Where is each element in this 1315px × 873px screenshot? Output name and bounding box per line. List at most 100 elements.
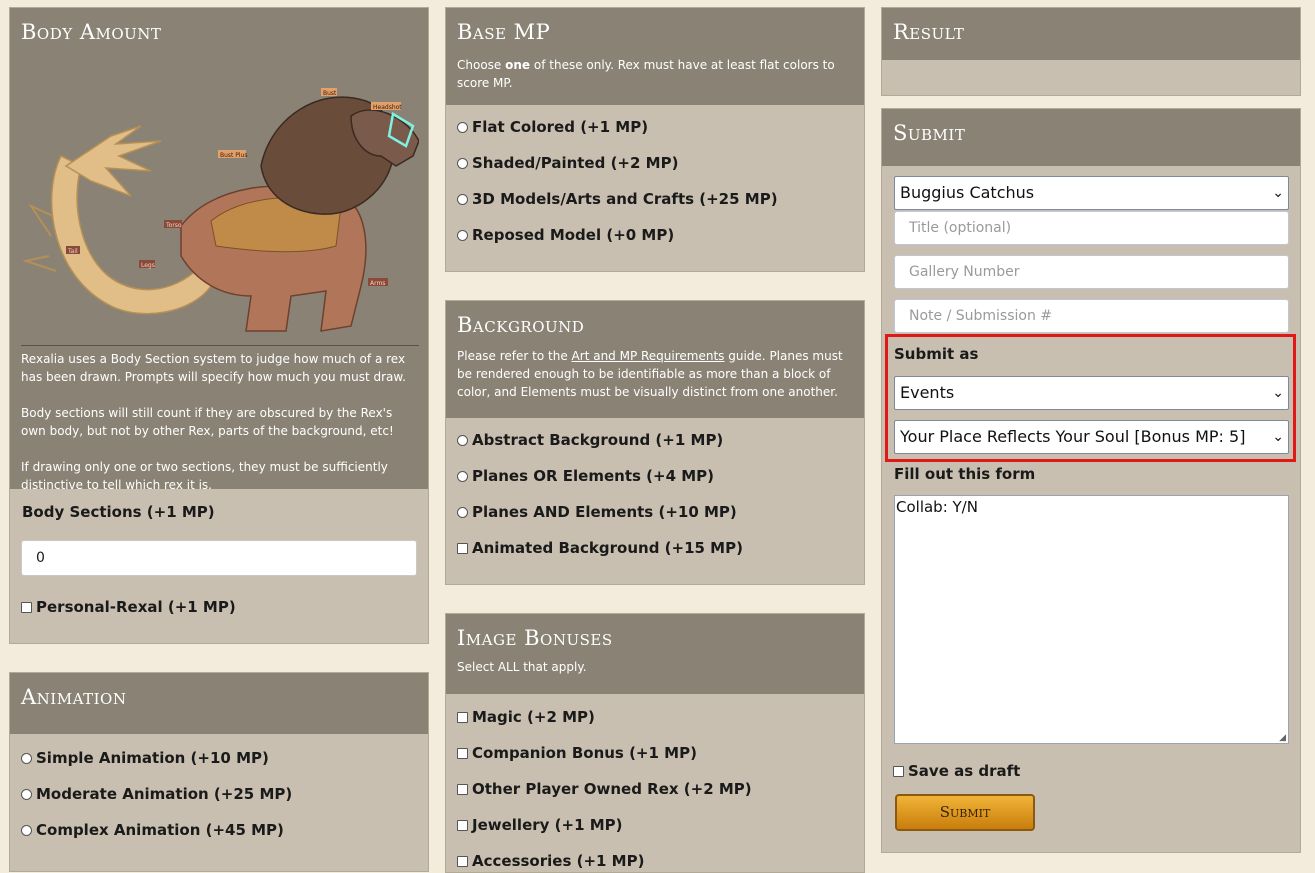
- radio-button[interactable]: [457, 229, 468, 241]
- base-mp-panel: Base MP Choose one of these only. Rex mu…: [445, 7, 865, 272]
- submit-title: Submit: [893, 121, 966, 145]
- art-requirements-link[interactable]: Art and MP Requirements: [572, 349, 725, 363]
- bonus-option-jewellery[interactable]: Jewellery (+1 MP): [457, 816, 623, 834]
- base-mp-option-label: Flat Colored (+1 MP): [472, 118, 649, 136]
- bonus-option-label: Other Player Owned Rex (+2 MP): [472, 780, 752, 798]
- personal-rexal-label: Personal-Rexal (+1 MP): [36, 598, 236, 616]
- radio-button[interactable]: [457, 506, 468, 518]
- animation-option-label: Simple Animation (+10 MP): [36, 749, 269, 767]
- fill-form-label: Fill out this form: [894, 465, 1036, 483]
- bonus-option-label: Accessories (+1 MP): [472, 852, 645, 870]
- base-mp-option-label: 3D Models/Arts and Crafts (+25 MP): [472, 190, 778, 208]
- label-arms: Arms: [370, 280, 385, 287]
- bonus-option-accessories[interactable]: Accessories (+1 MP): [457, 852, 644, 870]
- event-select[interactable]: Your Place Reflects Your Soul [Bonus MP:…: [894, 420, 1289, 454]
- background-option-label: Planes AND Elements (+10 MP): [472, 503, 737, 521]
- form-textarea-value: Collab: Y/N: [896, 498, 978, 516]
- body-amount-header: Body Amount Bust Headshot Bust Plus Tors…: [10, 8, 428, 492]
- base-mp-option-3d[interactable]: 3D Models/Arts and Crafts (+25 MP): [457, 190, 778, 208]
- note-input[interactable]: Note / Submission #: [894, 299, 1289, 333]
- label-tail: Tail: [67, 248, 78, 255]
- animation-option-complex[interactable]: Complex Animation (+45 MP): [21, 821, 284, 839]
- background-option-animated[interactable]: Animated Background (+15 MP): [457, 539, 743, 557]
- radio-button[interactable]: [457, 434, 468, 446]
- base-mp-option-label: Reposed Model (+0 MP): [472, 226, 675, 244]
- event-value: Your Place Reflects Your Soul [Bonus MP:…: [900, 427, 1246, 446]
- radio-button[interactable]: [457, 193, 468, 205]
- form-textarea[interactable]: Collab: Y/N ◢: [894, 495, 1289, 744]
- personal-rexal-option[interactable]: Personal-Rexal (+1 MP): [21, 598, 236, 616]
- body-amount-desc-2: Body sections will still count if they a…: [21, 406, 394, 438]
- animation-panel: Animation Simple Animation (+10 MP) Mode…: [9, 672, 429, 872]
- checkbox[interactable]: [457, 783, 468, 795]
- background-option-label: Abstract Background (+1 MP): [472, 431, 724, 449]
- image-bonuses-desc: Select ALL that apply.: [457, 660, 587, 674]
- checkbox[interactable]: [457, 711, 468, 723]
- label-legs: Legs: [141, 262, 155, 269]
- bonus-option-label: Jewellery (+1 MP): [472, 816, 623, 834]
- chevron-down-icon: ⌄: [1272, 185, 1284, 201]
- base-mp-option-shaded[interactable]: Shaded/Painted (+2 MP): [457, 154, 678, 172]
- base-mp-option-label: Shaded/Painted (+2 MP): [472, 154, 679, 172]
- character-select[interactable]: Buggius Catchus ⌄: [894, 176, 1289, 210]
- radio-button[interactable]: [457, 121, 468, 133]
- label-bust: Bust: [323, 90, 337, 97]
- submit-as-label: Submit as: [894, 345, 979, 363]
- title-placeholder: Title (optional): [909, 220, 1012, 236]
- animation-header: Animation: [10, 673, 428, 734]
- radio-button[interactable]: [457, 470, 468, 482]
- chevron-down-icon: ⌄: [1272, 429, 1284, 445]
- submit-button[interactable]: Submit: [895, 794, 1035, 831]
- background-panel: Background Please refer to the Art and M…: [445, 300, 865, 585]
- body-section-diagram: Bust Headshot Bust Plus Torso Tail Legs …: [21, 46, 419, 346]
- save-draft-option[interactable]: Save as draft: [893, 762, 1020, 780]
- background-option-planes-or[interactable]: Planes OR Elements (+4 MP): [457, 467, 714, 485]
- checkbox[interactable]: [457, 542, 468, 554]
- body-sections-label: Body Sections (+1 MP): [22, 503, 215, 521]
- body-amount-desc-1: Rexalia uses a Body Section system to ju…: [21, 352, 406, 384]
- save-draft-checkbox[interactable]: [893, 765, 904, 777]
- bonus-option-magic[interactable]: Magic (+2 MP): [457, 708, 595, 726]
- radio-button[interactable]: [21, 752, 32, 764]
- save-draft-label: Save as draft: [908, 762, 1021, 780]
- radio-button[interactable]: [457, 157, 468, 169]
- submit-button-label: Submit: [939, 803, 991, 821]
- gallery-number-input[interactable]: Gallery Number: [894, 255, 1289, 289]
- background-title: Background: [457, 313, 585, 337]
- checkbox[interactable]: [457, 819, 468, 831]
- bonus-option-companion[interactable]: Companion Bonus (+1 MP): [457, 744, 697, 762]
- label-headshot: Headshot: [373, 104, 402, 111]
- radio-button[interactable]: [21, 824, 32, 836]
- submit-header: Submit: [882, 109, 1300, 166]
- image-bonuses-title: Image Bonuses: [457, 626, 613, 650]
- result-title: Result: [893, 20, 965, 44]
- character-select-value: Buggius Catchus: [900, 183, 1035, 202]
- base-mp-option-flat[interactable]: Flat Colored (+1 MP): [457, 118, 648, 136]
- note-placeholder: Note / Submission #: [909, 308, 1053, 324]
- base-mp-option-reposed[interactable]: Reposed Model (+0 MP): [457, 226, 674, 244]
- body-sections-input[interactable]: 0: [21, 540, 417, 576]
- result-panel: Result: [881, 7, 1301, 96]
- background-option-label: Animated Background (+15 MP): [472, 539, 743, 557]
- background-option-planes-and[interactable]: Planes AND Elements (+10 MP): [457, 503, 737, 521]
- gallery-placeholder: Gallery Number: [909, 264, 1020, 280]
- submit-as-value: Events: [900, 383, 955, 402]
- animation-title: Animation: [21, 685, 127, 709]
- bonus-option-label: Magic (+2 MP): [472, 708, 595, 726]
- label-torso: Torso: [165, 222, 182, 229]
- title-input[interactable]: Title (optional): [894, 211, 1289, 245]
- checkbox[interactable]: [457, 855, 468, 867]
- personal-rexal-checkbox[interactable]: [21, 601, 32, 613]
- resize-handle-icon[interactable]: ◢: [1279, 733, 1286, 743]
- animation-option-moderate[interactable]: Moderate Animation (+25 MP): [21, 785, 292, 803]
- checkbox[interactable]: [457, 747, 468, 759]
- chevron-down-icon: ⌄: [1272, 385, 1284, 401]
- background-desc: Please refer to the Art and MP Requireme…: [457, 349, 843, 399]
- submit-as-select[interactable]: Events ⌄: [894, 376, 1289, 410]
- base-mp-title: Base MP: [457, 20, 551, 44]
- animation-option-label: Moderate Animation (+25 MP): [36, 785, 293, 803]
- radio-button[interactable]: [21, 788, 32, 800]
- background-option-abstract[interactable]: Abstract Background (+1 MP): [457, 431, 723, 449]
- bonus-option-other-rex[interactable]: Other Player Owned Rex (+2 MP): [457, 780, 752, 798]
- animation-option-simple[interactable]: Simple Animation (+10 MP): [21, 749, 269, 767]
